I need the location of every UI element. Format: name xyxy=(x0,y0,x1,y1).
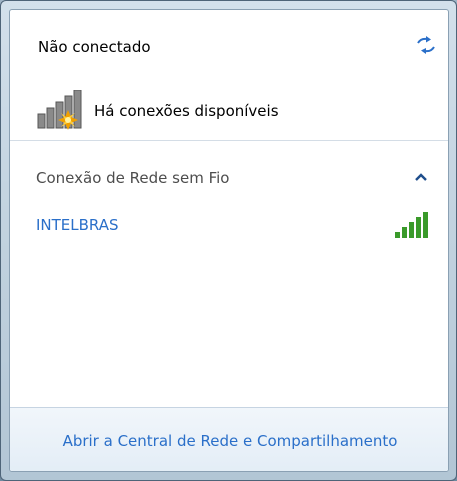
chevron-up-icon[interactable] xyxy=(414,172,428,182)
connection-status-title: Não conectado xyxy=(38,38,151,56)
refresh-icon[interactable] xyxy=(415,36,437,54)
signal-warning-icon xyxy=(37,90,82,130)
network-name: INTELBRAS xyxy=(36,216,119,234)
signal-strength-icon xyxy=(395,212,428,238)
wireless-section-label: Conexão de Rede sem Fio xyxy=(36,169,230,187)
network-flyout-frame: Não conectado Há conexões disponíveis Co… xyxy=(0,0,457,481)
flyout-footer: Abrir a Central de Rede e Compartilhamen… xyxy=(10,407,448,471)
available-connections-text: Há conexões disponíveis xyxy=(94,102,279,120)
network-flyout-panel: Não conectado Há conexões disponíveis Co… xyxy=(9,9,449,472)
network-center-link[interactable]: Abrir a Central de Rede e Compartilhamen… xyxy=(10,432,448,450)
